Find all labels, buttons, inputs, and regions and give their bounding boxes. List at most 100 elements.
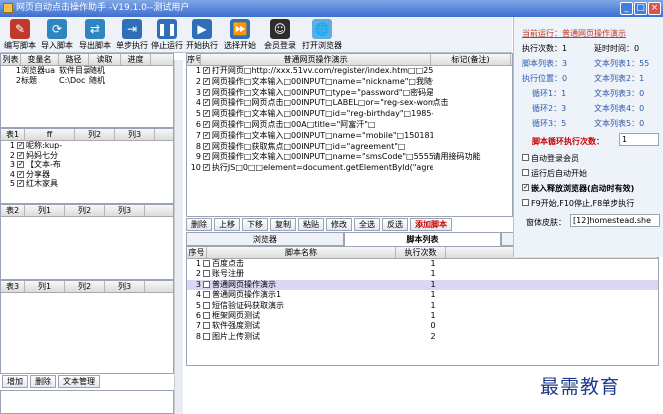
loop-count-input[interactable]: 1 [619, 133, 659, 146]
tab-浏览器[interactable]: 浏览器 [186, 232, 344, 246]
row-checkbox[interactable]: ✓ [202, 77, 210, 85]
table-row[interactable]: 4 ✓ 分享器 [1, 170, 173, 180]
row-checkbox[interactable]: ✓ [202, 131, 210, 139]
编写脚本-button[interactable]: ✎ 编写脚本 [3, 19, 37, 52]
row-checkbox[interactable] [203, 280, 210, 288]
row-checkbox[interactable] [203, 260, 210, 267]
table-row[interactable]: 1 ✓ 呢称:kup- [1, 141, 173, 151]
table3[interactable]: 表3 列1 列2 列3 [0, 280, 174, 374]
row-checkbox[interactable]: ✓ [202, 153, 210, 161]
反选-button[interactable]: 反选 [382, 218, 408, 231]
left-scrollbar[interactable] [174, 60, 183, 414]
删除-button[interactable]: 删除 [186, 218, 212, 231]
row-checkbox[interactable] [203, 301, 210, 309]
会员登录-button[interactable]: ☺ 会员登录 [262, 19, 298, 52]
选择开始-button[interactable]: ⏩ 选择开始 [221, 19, 259, 52]
script-row[interactable]: 1 百度点击 1 [187, 259, 658, 269]
operation-row[interactable]: 4 ✓ 网页操作□网页点击□00INPUT□LABEL□or="reg-sex-wo… [187, 98, 512, 109]
operation-row[interactable]: 6 ✓ 网页操作□网页点击□00A□title="阿富汗"□ [187, 120, 512, 131]
row-checkbox[interactable]: ✓ [202, 142, 210, 150]
checkbox[interactable] [522, 169, 529, 176]
option-checkbox[interactable]: ✓ 嵌入释放浏览器(启动时有效) [520, 183, 634, 194]
maximize-button[interactable]: □ [634, 2, 647, 15]
option-checkbox[interactable]: F9开始,F10停止,F8单步执行 [520, 198, 634, 209]
修改-button[interactable]: 修改 [326, 218, 352, 231]
row-checkbox[interactable] [203, 311, 210, 319]
operation-row[interactable]: 5 ✓ 网页操作□文本输入□00INPUT□id="reg-birthday"□19… [187, 109, 512, 120]
status-panel: 当前运行：普通网页操作演示 执行次数：1 延时时间：0 脚本列表：3 文本列表1：55 执… [513, 17, 663, 257]
row-number: 5 [195, 300, 201, 310]
row-checkbox[interactable]: ✓ [202, 88, 210, 96]
row-checkbox[interactable] [203, 332, 210, 340]
operations-table[interactable]: 序号普通网页操作演示标记(备注)1✓打开网页□http://xxx.51vv.c… [186, 53, 513, 217]
script-row[interactable]: 3 普通网页操作演示 1 [187, 279, 658, 291]
table-row[interactable]: 2 ✓ 妈妈七分 [1, 151, 173, 161]
checkbox[interactable] [522, 199, 529, 206]
operation-row[interactable]: 10 ✓ 执行JS□0□□element=document.getElementBy… [187, 163, 512, 174]
table1[interactable]: 表1 ff 列2 列3 1 ✓ 呢称:kup- 2 ✓ 妈妈七分 3 ✓ 【文本-布 4 ✓ 分享器 5 ✓ 红木家… [0, 128, 174, 204]
row-checkbox[interactable]: ✓ [17, 161, 24, 169]
上移-button[interactable]: 上移 [214, 218, 240, 231]
checkbox[interactable] [522, 154, 529, 161]
停止运行-button[interactable]: ❚❚ 停止运行 [150, 19, 184, 52]
table-row[interactable]: 5 ✓ 红木家具 [1, 179, 173, 189]
operation-note [433, 163, 513, 174]
删除-button[interactable]: 删除 [30, 375, 56, 388]
operation-row[interactable]: 2 ✓ 网页操作□文本输入□00INPUT□name="nickname"□我随便 [187, 77, 512, 88]
添加脚本-button[interactable]: 添加脚本 [410, 218, 452, 231]
variable-table[interactable]: 列表 变量名 路径 读取 进度 1 浏览器ua 软件目录 随机 2 标题 C:\Doc 随机 [0, 53, 174, 128]
row-checkbox[interactable]: ✓ [202, 110, 210, 118]
close-button[interactable]: × [648, 2, 661, 15]
operation-row[interactable]: 3 ✓ 网页操作□文本输入□00INPUT□type="password"□密码是 [187, 88, 512, 99]
operation-row[interactable]: 9 ✓ 网页操作□文本输入□00INPUT□name="smsCode"□5555 请… [187, 152, 512, 163]
operation-row[interactable]: 1 ✓ 打开网页□http://xxx.51vv.com/register/inde… [187, 66, 512, 77]
operation-row[interactable]: 7 ✓ 网页操作□文本输入□00INPUT□name="mobile"□150181… [187, 131, 512, 142]
option-checkbox[interactable]: 运行后自动开始 [520, 168, 587, 179]
text-area[interactable] [0, 390, 174, 414]
文本管理-button[interactable]: 文本管理 [58, 375, 100, 388]
minimize-button[interactable]: _ [620, 2, 633, 15]
checkbox[interactable]: ✓ [522, 184, 529, 191]
row-checkbox[interactable]: ✓ [202, 164, 210, 172]
script-row[interactable]: 7 软件强度测试 0 [187, 321, 658, 331]
row-checkbox[interactable] [203, 322, 210, 330]
row-checkbox[interactable] [203, 291, 210, 299]
row-checkbox[interactable]: ✓ [202, 67, 210, 74]
row-checkbox[interactable]: ✓ [17, 180, 24, 188]
row-checkbox[interactable] [203, 270, 210, 278]
skin-label: 窗体皮肤： [526, 218, 566, 227]
script-row[interactable]: 8 图片上传测试 2 [187, 332, 658, 342]
粘贴-button[interactable]: 粘贴 [298, 218, 324, 231]
script-list-table[interactable]: 序号脚本名称执行次数备注1百度点击12账号注册13普通网页操作演示14普通网页操… [186, 246, 659, 366]
开始执行-button[interactable]: ▶ 开始执行 [185, 19, 219, 52]
row-checkbox[interactable]: ✓ [202, 99, 210, 107]
option-checkbox[interactable]: 自动登录会员 [520, 153, 579, 164]
row-checkbox[interactable]: ✓ [17, 142, 24, 149]
tab-脚本列表[interactable]: 脚本列表 [343, 232, 502, 246]
script-row[interactable]: 4 普通网页操作演示1 1 [187, 290, 658, 300]
table-row[interactable]: 2 标题 C:\Doc 随机 [1, 76, 173, 86]
script-row[interactable]: 2 账号注册 1 [187, 269, 658, 279]
column-header: 路径 [59, 54, 89, 65]
下移-button[interactable]: 下移 [242, 218, 268, 231]
全选-button[interactable]: 全选 [354, 218, 380, 231]
导出脚本-button[interactable]: ⇄ 导出脚本 [77, 19, 113, 52]
script-row[interactable]: 5 短信验证码获取演示 1 [187, 301, 658, 311]
operation-row[interactable]: 8 ✓ 网页操作□获取焦点□00INPUT□id="agreement"□ [187, 142, 512, 153]
table-row[interactable]: 1 浏览器ua 软件目录 随机 [1, 66, 173, 76]
table2[interactable]: 表2 列1 列2 列3 [0, 204, 174, 280]
单步执行-button[interactable]: ⇥ 单步执行 [115, 19, 149, 52]
script-row[interactable]: 6 框架网页测试 1 [187, 311, 658, 321]
row-checkbox[interactable]: ✓ [17, 170, 24, 178]
复制-button[interactable]: 复制 [270, 218, 296, 231]
row-checkbox[interactable]: ✓ [202, 120, 210, 128]
import-icon: ⟳ [47, 19, 67, 39]
导入脚本-button[interactable]: ⟳ 导入脚本 [39, 19, 75, 52]
打开浏览器-button[interactable]: 🌐 打开浏览器 [300, 19, 344, 52]
增加-button[interactable]: 增加 [2, 375, 28, 388]
table-row[interactable]: 3 ✓ 【文本-布 [1, 160, 173, 170]
row-checkbox[interactable]: ✓ [17, 151, 24, 159]
skin-select[interactable]: [12]homestead.she [570, 214, 660, 227]
operation-note [433, 131, 513, 142]
step-icon: ⇥ [122, 19, 142, 39]
